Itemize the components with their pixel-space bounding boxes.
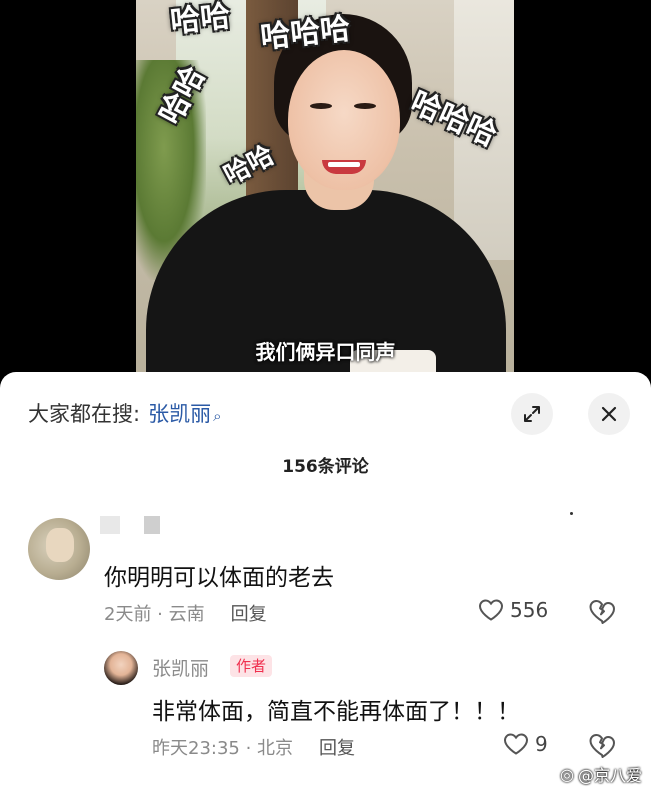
video-subtitle: 我们俩异口同声 bbox=[255, 340, 396, 364]
like-button[interactable]: 9 bbox=[503, 732, 548, 756]
heart-icon bbox=[478, 599, 504, 621]
expand-button[interactable] bbox=[511, 393, 553, 435]
expand-icon bbox=[524, 406, 540, 422]
decorative-dot bbox=[570, 512, 573, 515]
weibo-icon: ◎ bbox=[560, 764, 574, 784]
author-avatar[interactable] bbox=[104, 651, 138, 685]
search-term-link[interactable]: 张凯丽 bbox=[148, 402, 211, 426]
comment-sheet: 大家都在搜: 张凯丽 ⌕ 156条评论 你明明可以体面的老去 2天前 · 云南 回复 … bbox=[0, 372, 651, 788]
video-frame bbox=[136, 0, 514, 380]
like-count: 9 bbox=[535, 732, 548, 756]
avatar[interactable] bbox=[28, 518, 90, 580]
author-username[interactable]: 张凯丽 bbox=[152, 654, 209, 681]
comment-meta: 2天前 · 云南 回复 bbox=[104, 600, 267, 626]
broken-heart-icon bbox=[589, 734, 615, 758]
dislike-button[interactable] bbox=[588, 598, 616, 628]
search-icon: ⌕ bbox=[213, 407, 222, 425]
close-icon bbox=[601, 406, 617, 422]
comment-text: 你明明可以体面的老去 bbox=[104, 565, 334, 591]
video-area[interactable]: 哈哈 哈哈哈 哈哈 哈哈哈 哈哈 我们俩异口同声 bbox=[0, 0, 651, 380]
blurred-username bbox=[100, 516, 170, 534]
like-count: 556 bbox=[510, 598, 549, 622]
overlay-text: 哈哈哈 bbox=[258, 11, 352, 56]
search-prefix: 大家都在搜: bbox=[28, 402, 141, 426]
watermark-text: @京八爱 bbox=[577, 766, 642, 785]
watermark: ◎ @京八爱 bbox=[560, 762, 642, 786]
like-button[interactable]: 556 bbox=[478, 598, 548, 622]
comment-count: 156条评论 bbox=[282, 457, 369, 477]
close-button[interactable] bbox=[588, 393, 630, 435]
reply-button[interactable]: 回复 bbox=[231, 604, 267, 625]
author-badge: 作者 bbox=[230, 655, 273, 677]
person-eye-left bbox=[310, 103, 332, 109]
comment-meta: 昨天23:35 · 北京 回复 bbox=[152, 734, 355, 760]
search-suggestion[interactable]: 大家都在搜: 张凯丽 ⌕ bbox=[28, 398, 221, 428]
person-eye-right bbox=[354, 103, 376, 109]
dislike-button[interactable] bbox=[588, 732, 616, 762]
heart-icon bbox=[503, 733, 529, 755]
reply-button[interactable]: 回复 bbox=[319, 738, 355, 759]
overlay-text: 哈哈 bbox=[168, 0, 233, 41]
comment-time-location: 昨天23:35 · 北京 bbox=[152, 738, 294, 759]
comment-text: 非常体面，简直不能再体面了！！！ bbox=[152, 699, 520, 725]
comment-time-location: 2天前 · 云南 bbox=[104, 604, 205, 625]
broken-heart-icon bbox=[589, 600, 615, 624]
